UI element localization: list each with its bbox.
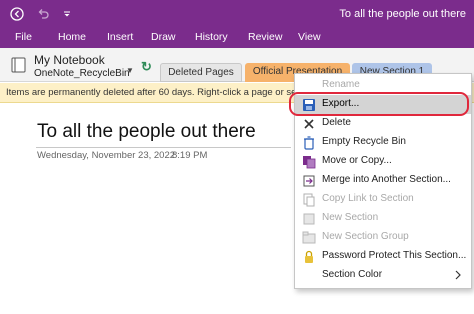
page-title[interactable]: To all the people out there xyxy=(37,121,256,143)
notebook-dropdown-icon[interactable]: ▼ xyxy=(126,66,134,75)
menu-item-section-color[interactable]: Section Color xyxy=(295,266,471,285)
customize-toolbar-icon[interactable] xyxy=(58,5,76,23)
section-context-menu: Rename Export... Delete Empty Recycle Bi… xyxy=(294,73,472,289)
menu-item-new-section: New Section xyxy=(295,209,471,228)
copy-link-icon xyxy=(301,192,316,207)
tab-insert[interactable]: Insert xyxy=(107,31,133,43)
window-title: To all the people out there xyxy=(339,8,466,20)
banner-text: Items are permanently deleted after 60 d… xyxy=(6,87,317,98)
menu-item-delete[interactable]: Delete xyxy=(295,114,471,133)
tab-view[interactable]: View xyxy=(298,31,321,43)
undo-icon[interactable] xyxy=(34,5,52,23)
new-section-icon xyxy=(301,211,316,226)
delete-x-icon xyxy=(301,116,316,131)
menu-item-export[interactable]: Export... xyxy=(295,95,471,114)
ribbon-tabs: File Home Insert Draw History Review Vie… xyxy=(0,28,474,48)
notebook-icon xyxy=(10,57,28,73)
rename-icon xyxy=(301,78,316,93)
menu-item-move-or-copy[interactable]: Move or Copy... xyxy=(295,152,471,171)
menu-item-rename: Rename xyxy=(295,76,471,95)
page-date: Wednesday, November 23, 2022 xyxy=(37,150,176,161)
new-section-group-icon xyxy=(301,230,316,245)
notebook-name[interactable]: My Notebook xyxy=(34,53,105,67)
menu-item-new-section-group: New Section Group xyxy=(295,228,471,247)
merge-icon xyxy=(301,173,316,188)
tab-history[interactable]: History xyxy=(195,31,228,43)
section-tab-deleted-pages[interactable]: Deleted Pages xyxy=(160,63,242,82)
tab-review[interactable]: Review xyxy=(248,31,282,43)
tab-draw[interactable]: Draw xyxy=(151,31,176,43)
submenu-arrow-icon xyxy=(455,270,463,280)
sync-icon[interactable]: ↻ xyxy=(141,59,152,75)
menu-item-merge-into-another-section[interactable]: Merge into Another Section... xyxy=(295,171,471,190)
tab-home[interactable]: Home xyxy=(58,31,86,43)
back-arrow-icon[interactable] xyxy=(8,5,26,23)
export-icon xyxy=(301,97,316,112)
lock-icon xyxy=(301,249,316,264)
menu-item-password-protect[interactable]: Password Protect This Section... xyxy=(295,247,471,266)
recycle-bin-icon xyxy=(301,135,316,150)
title-underline xyxy=(36,147,291,148)
page-time: 8:19 PM xyxy=(172,150,208,161)
tab-file[interactable]: File xyxy=(15,31,32,43)
menu-item-copy-link-to-section: Copy Link to Section xyxy=(295,190,471,209)
current-section-name[interactable]: OneNote_RecycleBin xyxy=(34,68,130,79)
title-bar: To all the people out there xyxy=(0,0,474,28)
move-copy-icon xyxy=(301,154,316,169)
menu-item-empty-recycle-bin[interactable]: Empty Recycle Bin xyxy=(295,133,471,152)
